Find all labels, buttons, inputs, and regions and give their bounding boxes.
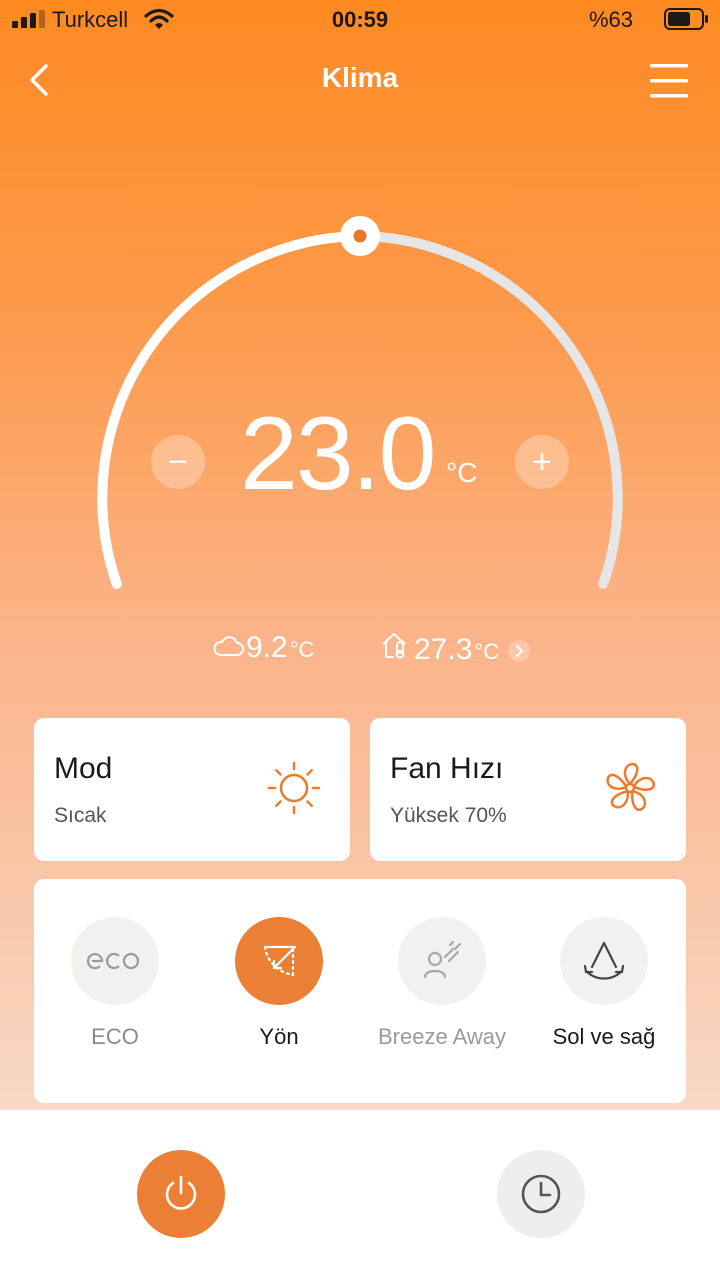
decrease-temperature-button[interactable]: − <box>151 435 205 489</box>
swing-left-right-button[interactable] <box>560 917 648 1005</box>
eco-icon <box>87 952 140 970</box>
direction-icon <box>263 945 297 977</box>
temperature-unit: °C <box>446 457 478 488</box>
power-button[interactable] <box>137 1150 225 1238</box>
fan-speed-title: Fan Hızı <box>390 752 504 785</box>
outdoor-temperature-unit: °C <box>289 637 315 662</box>
chevron-right-icon <box>516 645 523 657</box>
mode-value: Sıcak <box>54 804 107 827</box>
functions-card: ECO Yön Breeze Away Sol ve sağ <box>34 879 686 1103</box>
swing-left-right-function[interactable]: Sol ve sağ <box>534 917 674 1051</box>
indoor-temperature-value: 27.3 <box>414 633 473 666</box>
direction-label: Yön <box>259 1024 299 1049</box>
direction-button[interactable] <box>235 917 323 1005</box>
mode-card[interactable]: Mod Sıcak <box>34 718 350 861</box>
outdoor-temperature: 9.2 °C <box>212 631 314 665</box>
fan-speed-card[interactable]: Fan Hızı Yüksek 70% <box>370 718 686 861</box>
eco-function[interactable]: ECO <box>45 917 185 1051</box>
indoor-details-chevron[interactable] <box>508 640 530 662</box>
dial-handle[interactable] <box>340 216 380 256</box>
eco-label: ECO <box>91 1024 139 1049</box>
indoor-temperature[interactable]: 27.3 °C <box>380 631 499 667</box>
timer-button[interactable] <box>497 1150 585 1238</box>
target-temperature: 23.0 <box>240 396 436 512</box>
temperature-dial[interactable] <box>0 0 720 700</box>
fan-icon <box>606 762 656 812</box>
breeze-away-label: Breeze Away <box>377 1024 506 1049</box>
eco-button[interactable] <box>71 917 159 1005</box>
direction-function[interactable]: Yön <box>209 917 349 1051</box>
outdoor-temperature-value: 9.2 <box>246 631 288 664</box>
sun-icon <box>267 761 321 815</box>
increase-temperature-button[interactable]: + <box>515 435 569 489</box>
home-thermometer-icon <box>382 633 406 659</box>
indoor-temperature-unit: °C <box>474 639 500 664</box>
cloud-icon <box>213 636 244 656</box>
breeze-away-button[interactable] <box>398 917 486 1005</box>
swing-left-right-label: Sol ve sağ <box>552 1024 656 1049</box>
bottom-bar <box>0 1110 720 1280</box>
power-icon <box>165 1175 197 1210</box>
swing-left-right-icon <box>583 941 625 980</box>
mode-title: Mod <box>54 752 113 785</box>
breeze-away-icon <box>423 940 462 979</box>
breeze-away-function[interactable]: Breeze Away <box>372 917 512 1051</box>
clock-icon <box>521 1174 561 1214</box>
fan-speed-value: Yüksek 70% <box>390 804 507 827</box>
